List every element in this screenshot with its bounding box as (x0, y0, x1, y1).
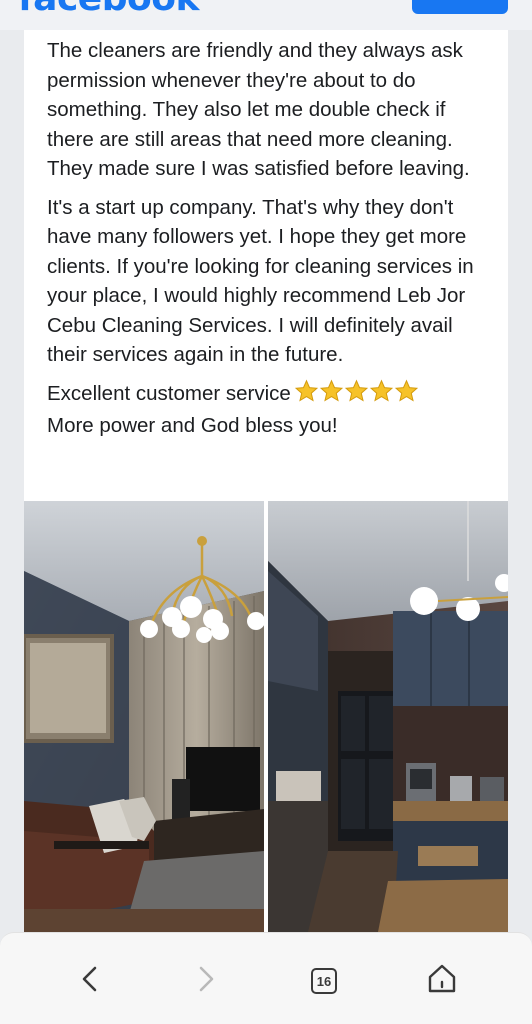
post-paragraph: The cleaners are friendly and they alway… (47, 39, 470, 180)
living-room-photo[interactable] (24, 501, 264, 932)
star-icon (319, 379, 343, 402)
tabs-button[interactable]: 16 (302, 959, 342, 999)
browser-bottom-nav: 16 (0, 932, 532, 1024)
facebook-logo[interactable]: facebook (18, 0, 199, 19)
star-icon (294, 379, 318, 402)
post-closing: Excellent customer service More power an… (47, 379, 497, 441)
star-icon (394, 379, 418, 402)
top-bar: facebook (0, 0, 532, 30)
post-photos (24, 501, 508, 932)
closing-line-1: Excellent customer service (47, 381, 291, 405)
top-action-button[interactable] (412, 0, 508, 14)
post-text: The cleaners are friendly and they alway… (47, 36, 497, 441)
forward-button[interactable] (186, 959, 226, 999)
closing-line-2: More power and God bless you! (47, 414, 338, 437)
post-card: The cleaners are friendly and they alway… (24, 30, 508, 932)
tab-count-badge: 16 (311, 968, 337, 994)
kitchen-photo[interactable] (268, 501, 508, 932)
home-button[interactable] (422, 959, 462, 999)
star-icon (369, 379, 393, 402)
post-paragraph: It's a start up company. That's why they… (47, 195, 474, 367)
home-icon (428, 964, 456, 993)
five-star-rating (294, 379, 419, 412)
back-button[interactable] (70, 959, 110, 999)
star-icon (344, 379, 368, 402)
chevron-left-icon (82, 966, 97, 992)
chevron-right-icon (199, 966, 214, 992)
